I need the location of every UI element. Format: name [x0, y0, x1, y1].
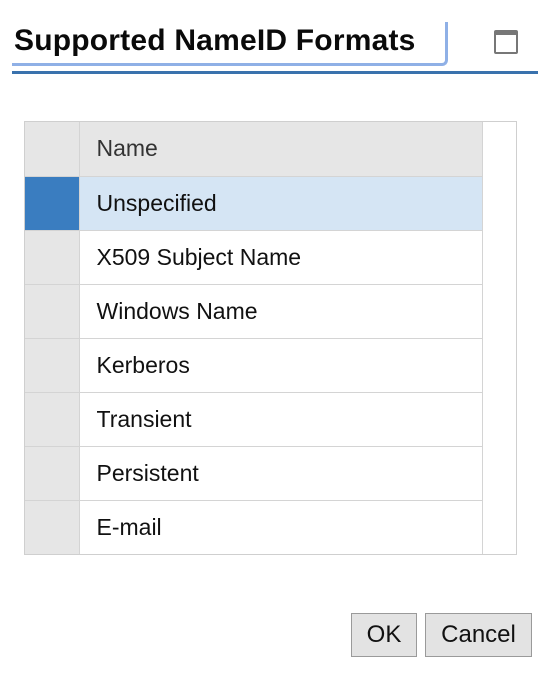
table-row[interactable]: Kerberos [25, 338, 483, 393]
nameid-formats-grid: Name Unspecified X509 Subject Name Windo… [24, 121, 517, 555]
ok-button[interactable]: OK [351, 613, 417, 657]
row-name-cell[interactable]: Transient [79, 392, 483, 447]
row-name-cell[interactable]: Kerberos [79, 338, 483, 393]
row-name-cell[interactable]: X509 Subject Name [79, 230, 483, 285]
row-selector[interactable] [25, 230, 80, 285]
row-name-cell[interactable]: Windows Name [79, 284, 483, 339]
dialog-title: Supported NameID Formats [14, 24, 416, 57]
row-selector[interactable] [25, 392, 80, 447]
table-row[interactable]: Persistent [25, 446, 483, 501]
row-name-cell[interactable]: E-mail [79, 500, 483, 554]
maximize-icon[interactable] [494, 30, 518, 54]
title-divider [12, 71, 538, 74]
table-row[interactable]: Transient [25, 392, 483, 447]
title-tab: Supported NameID Formats [12, 22, 448, 66]
row-selector[interactable] [25, 338, 80, 393]
table-header-row: Name [25, 122, 483, 177]
table-row[interactable]: E-mail [25, 500, 483, 554]
table-row[interactable]: X509 Subject Name [25, 230, 483, 285]
table-row[interactable]: Unspecified [25, 176, 483, 231]
row-selector[interactable] [25, 284, 80, 339]
column-header-name[interactable]: Name [79, 122, 483, 177]
row-selector[interactable] [25, 500, 80, 554]
row-name-cell[interactable]: Persistent [79, 446, 483, 501]
row-name-cell[interactable]: Unspecified [79, 176, 483, 231]
row-selector[interactable] [25, 446, 80, 501]
select-all-cell[interactable] [25, 122, 80, 177]
row-selector[interactable] [25, 176, 80, 231]
cancel-button[interactable]: Cancel [425, 613, 532, 657]
nameid-formats-table: Name Unspecified X509 Subject Name Windo… [25, 122, 483, 554]
table-row[interactable]: Windows Name [25, 284, 483, 339]
